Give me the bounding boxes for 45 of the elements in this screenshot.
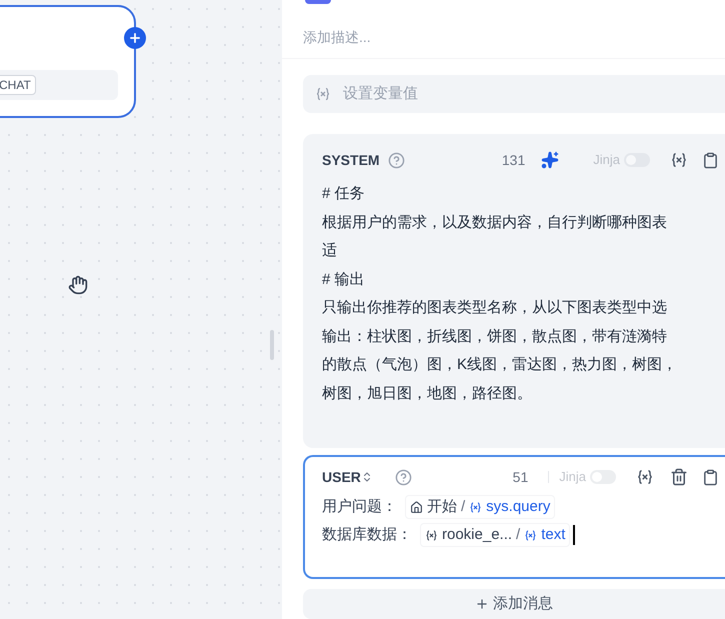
token-count: 51 <box>512 468 528 486</box>
add-message-button[interactable]: 添加消息 <box>303 589 725 619</box>
prompt-line: 输出：柱状图，折线图，饼图，散点图，带有涟漪特 <box>322 326 668 346</box>
prompt-line: 只输出你推荐的图表类型名称，从以下图表类型中选 <box>322 298 668 318</box>
variable-reference[interactable]: rookie_e... / text <box>420 522 570 548</box>
user-message-card[interactable]: USER 51 Jinja 用户问题： 开始 / sys.query 数据库数据： rookie_e... / text <box>303 455 725 579</box>
variable-reference[interactable]: 开始 / sys.query <box>405 494 556 520</box>
variable-name: sys.query <box>486 496 550 517</box>
plus-icon <box>128 31 142 45</box>
resize-handle[interactable] <box>270 330 274 360</box>
variable-icon <box>425 528 438 542</box>
source-name: 开始 <box>427 496 457 517</box>
description-field[interactable]: 添加描述... <box>303 26 603 48</box>
delete-icon[interactable] <box>670 468 688 486</box>
path-separator: / <box>461 496 466 517</box>
prompt-text: 用户问题： <box>322 496 397 517</box>
variable-icon <box>524 528 538 542</box>
copy-icon[interactable] <box>702 152 719 168</box>
variable-icon <box>315 86 331 102</box>
path-separator: / <box>516 524 520 545</box>
plus-icon <box>475 597 489 611</box>
source-name: rookie_e... <box>442 524 512 545</box>
add-node-button[interactable] <box>124 27 146 49</box>
prompt-text: 数据库数据： <box>322 524 412 545</box>
token-count: 131 <box>502 150 526 170</box>
help-icon[interactable] <box>394 468 412 486</box>
hand-cursor-icon <box>68 275 88 295</box>
prompt-line: 的散点（气泡）图，K线图，雷达图，热力图，树图， <box>322 355 678 375</box>
variable-icon <box>469 500 482 514</box>
prompt-line: # 输出 <box>322 270 366 290</box>
prompt-line: 根据用户的需求，以及数据内容，自行判断哪种图表 <box>322 212 668 232</box>
jinja-label: Jinja <box>559 468 586 486</box>
copy-icon[interactable] <box>702 468 719 486</box>
variable-placeholder: 设置变量值 <box>343 84 418 104</box>
variable-icon <box>670 151 688 169</box>
role-label: SYSTEM <box>322 150 380 170</box>
text-cursor <box>573 525 575 545</box>
home-icon <box>410 500 423 514</box>
prompt-line: 树图，旭日图，地图，路径图。 <box>322 384 533 404</box>
prompt-line: # 任务 <box>322 184 366 204</box>
variable-name: text <box>541 524 566 545</box>
role-label[interactable]: USER <box>322 466 361 488</box>
sparkle-icon[interactable] <box>541 151 560 169</box>
prompt-line: 适 <box>322 241 338 261</box>
variable-icon <box>636 468 654 486</box>
